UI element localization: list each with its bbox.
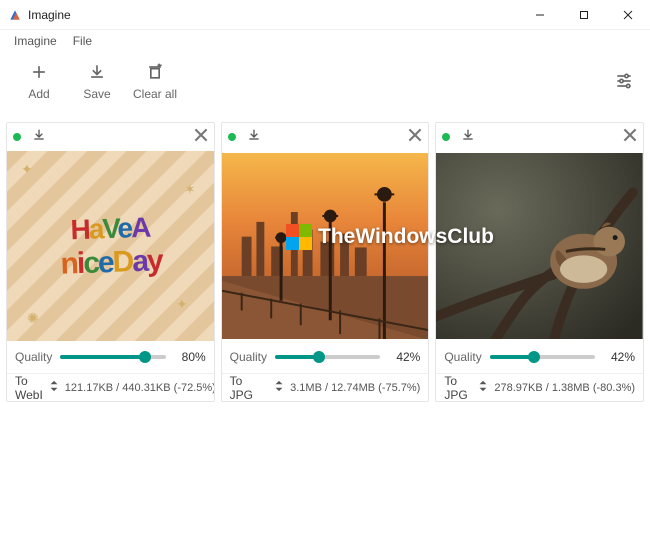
quality-value: 42%	[603, 350, 635, 364]
window-controls	[518, 0, 650, 30]
card-download-button[interactable]	[246, 127, 262, 148]
format-row: To JPG 3.1MB / 12.74MB (-75.7%)	[222, 373, 429, 401]
format-select[interactable]: To WebI	[15, 374, 43, 402]
title-bar: Imagine	[0, 0, 650, 30]
close-button[interactable]	[606, 0, 650, 30]
size-info: 3.1MB / 12.74MB (-75.7%)	[290, 382, 420, 394]
quality-label: Quality	[15, 350, 52, 364]
add-button[interactable]: Add	[10, 61, 68, 101]
quality-slider[interactable]	[490, 355, 595, 359]
card-header	[7, 123, 214, 151]
quality-slider[interactable]	[275, 355, 380, 359]
format-row: To JPG 278.97KB / 1.38MB (-80.3%)	[436, 373, 643, 401]
format-row: To WebI 121.17KB / 440.31KB (-72.5%)	[7, 373, 214, 401]
image-card: Quality 42% To JPG 3.1MB / 12.74MB (-75.…	[221, 122, 430, 402]
quality-label: Quality	[230, 350, 267, 364]
image-thumbnail[interactable]	[222, 151, 429, 341]
sort-icon	[49, 379, 59, 397]
minimize-button[interactable]	[518, 0, 562, 30]
card-header	[222, 123, 429, 151]
status-dot-icon	[442, 133, 450, 141]
trash-icon	[144, 61, 166, 83]
format-select[interactable]: To JPG	[230, 374, 268, 402]
card-remove-button[interactable]	[623, 128, 637, 147]
sort-icon	[478, 379, 488, 397]
quality-row: Quality 80%	[7, 341, 214, 373]
menu-file[interactable]: File	[65, 32, 100, 50]
card-remove-button[interactable]	[194, 128, 208, 147]
settings-button[interactable]	[614, 71, 634, 91]
quality-row: Quality 42%	[222, 341, 429, 373]
image-thumbnail[interactable]: ✦ ✶ ✺ ✦ HaVeA niceDay	[7, 151, 214, 341]
window-title: Imagine	[28, 8, 518, 22]
image-thumbnail[interactable]	[436, 151, 643, 341]
image-grid: ✦ ✶ ✺ ✦ HaVeA niceDay Quality 80% To Web…	[0, 116, 650, 408]
toolbar: Add Save Clear all	[0, 52, 650, 116]
size-info: 121.17KB / 440.31KB (-72.5%)	[65, 382, 215, 394]
clear-all-label: Clear all	[133, 87, 177, 101]
app-logo-icon	[8, 8, 22, 22]
save-button[interactable]: Save	[68, 61, 126, 101]
clear-all-button[interactable]: Clear all	[126, 61, 184, 101]
format-select[interactable]: To JPG	[444, 374, 472, 402]
menu-bar: Imagine File	[0, 30, 650, 52]
quality-value: 80%	[174, 350, 206, 364]
card-download-button[interactable]	[460, 127, 476, 148]
image-card: ✦ ✶ ✺ ✦ HaVeA niceDay Quality 80% To Web…	[6, 122, 215, 402]
image-card: Quality 42% To JPG 278.97KB / 1.38MB (-8…	[435, 122, 644, 402]
menu-imagine[interactable]: Imagine	[6, 32, 65, 50]
sort-icon	[274, 379, 284, 397]
maximize-button[interactable]	[562, 0, 606, 30]
add-label: Add	[28, 87, 49, 101]
status-dot-icon	[228, 133, 236, 141]
quality-label: Quality	[444, 350, 481, 364]
status-dot-icon	[13, 133, 21, 141]
size-info: 278.97KB / 1.38MB (-80.3%)	[494, 382, 635, 394]
card-download-button[interactable]	[31, 127, 47, 148]
plus-icon	[28, 61, 50, 83]
download-icon	[86, 61, 108, 83]
card-remove-button[interactable]	[408, 128, 422, 147]
quality-row: Quality 42%	[436, 341, 643, 373]
save-label: Save	[83, 87, 110, 101]
quality-slider[interactable]	[60, 355, 165, 359]
card-header	[436, 123, 643, 151]
quality-value: 42%	[388, 350, 420, 364]
sliders-icon	[614, 71, 634, 91]
